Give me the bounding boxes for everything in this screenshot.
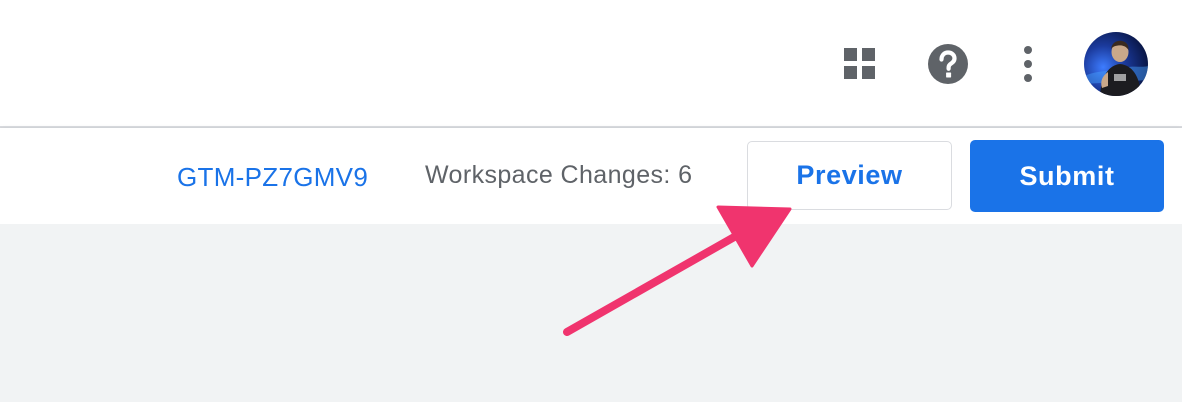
preview-button[interactable]: Preview — [747, 141, 952, 210]
workspace-changes-count: Workspace Changes: 6 — [425, 161, 693, 189]
submit-button[interactable]: Submit — [970, 140, 1164, 212]
more-options-button[interactable] — [1000, 36, 1056, 92]
help-circle-icon — [928, 44, 968, 84]
workspace-toolbar: GTM-PZ7GMV9 Workspace Changes: 6 Preview… — [0, 128, 1182, 224]
apps-button[interactable] — [832, 36, 888, 92]
top-app-bar — [0, 0, 1182, 128]
help-button[interactable] — [920, 36, 976, 92]
more-vertical-icon — [1024, 46, 1032, 82]
user-avatar-icon — [1084, 32, 1148, 96]
apps-grid-icon — [844, 48, 875, 79]
account-avatar[interactable] — [1084, 32, 1148, 96]
main-content-area — [0, 224, 1182, 402]
container-id-link[interactable]: GTM-PZ7GMV9 — [177, 162, 368, 193]
